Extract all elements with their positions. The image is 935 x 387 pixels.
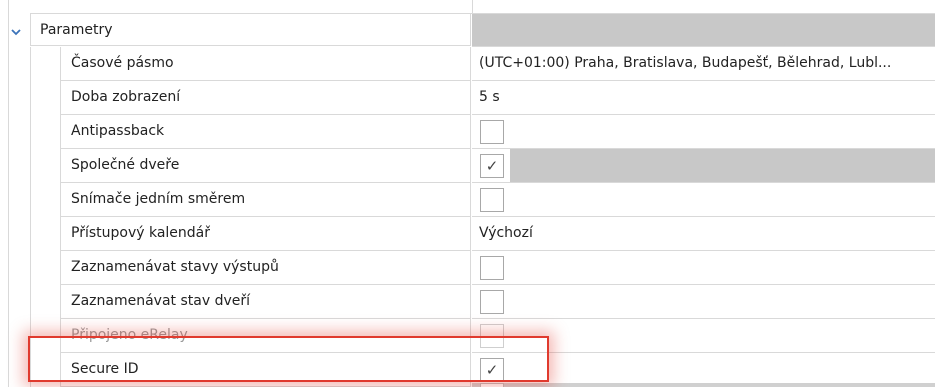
property-label: Přístupový kalendář (60, 217, 471, 251)
property-row-one-way-readers[interactable]: Snímače jedním směrem (0, 183, 935, 217)
property-value-checkbox-cell[interactable] (472, 319, 935, 353)
property-value-checkbox-cell[interactable]: ✓ (472, 149, 935, 183)
property-row-erelay-connected[interactable]: Připojeno eRelay (0, 319, 935, 353)
property-value-checkbox-cell[interactable] (472, 115, 935, 149)
chevron-down-icon[interactable] (9, 25, 23, 39)
row-indent (30, 285, 60, 319)
property-label: Secure ID (60, 353, 471, 387)
property-value[interactable]: (UTC+01:00) Praha, Bratislava, Budapešť,… (472, 47, 935, 81)
erelay-connected-checkbox[interactable] (480, 324, 504, 348)
property-value[interactable]: 5 s (472, 81, 935, 115)
property-label: Společné dveře (60, 149, 471, 183)
row-indent (30, 81, 60, 115)
property-value-checkbox-cell[interactable] (472, 285, 935, 319)
property-value[interactable]: Výchozí (472, 217, 935, 251)
property-row-log-output-states[interactable]: Zaznamenávat stavy výstupů (0, 251, 935, 285)
row-indent (30, 319, 60, 353)
section-value-cell (472, 14, 935, 47)
next-row-edge (472, 383, 935, 387)
property-label: Doba zobrazení (60, 81, 471, 115)
secure-id-checkbox[interactable]: ✓ (480, 358, 504, 382)
property-label: Připojeno eRelay (60, 319, 471, 353)
property-label: Antipassback (60, 115, 471, 149)
check-icon: ✓ (485, 360, 499, 379)
row-indent (30, 353, 60, 387)
property-value-checkbox-cell[interactable] (472, 251, 935, 285)
property-row-timezone[interactable]: Časové pásmo (UTC+01:00) Praha, Bratislav… (0, 47, 935, 81)
row-indent (30, 251, 60, 285)
property-row-shared-door[interactable]: Společné dveře ✓ (0, 149, 935, 183)
property-label: Zaznamenávat stavy výstupů (60, 251, 471, 285)
section-title: Parametry (30, 14, 471, 46)
property-label: Časové pásmo (60, 47, 471, 81)
log-output-states-checkbox[interactable] (480, 256, 504, 280)
check-icon: ✓ (485, 156, 499, 175)
property-label: Zaznamenávat stav dveří (60, 285, 471, 319)
property-row-log-door-state[interactable]: Zaznamenávat stav dveří (0, 285, 935, 319)
one-way-readers-checkbox[interactable] (480, 188, 504, 212)
row-indent (30, 115, 60, 149)
row-indent (30, 47, 60, 81)
row-indent (30, 183, 60, 217)
row-indent (30, 217, 60, 251)
property-row-access-calendar[interactable]: Přístupový kalendář Výchozí (0, 217, 935, 251)
previous-row-edge (30, 0, 935, 14)
property-grid: Parametry Časové pásmo (UTC+01:00) Praha,… (0, 0, 935, 387)
log-door-state-checkbox[interactable] (480, 290, 504, 314)
section-header-parametry[interactable]: Parametry (0, 14, 935, 47)
property-row-display-time[interactable]: Doba zobrazení 5 s (0, 81, 935, 115)
property-value-checkbox-cell[interactable] (472, 183, 935, 217)
row-indent (30, 149, 60, 183)
property-value-checkbox-cell[interactable]: ✓ (472, 353, 935, 387)
property-row-secure-id[interactable]: Secure ID ✓ (0, 353, 935, 387)
property-label: Snímače jedním směrem (60, 183, 471, 217)
shared-door-checkbox[interactable]: ✓ (480, 154, 504, 178)
property-row-antipassback[interactable]: Antipassback (0, 115, 935, 149)
antipassback-checkbox[interactable] (480, 120, 504, 144)
